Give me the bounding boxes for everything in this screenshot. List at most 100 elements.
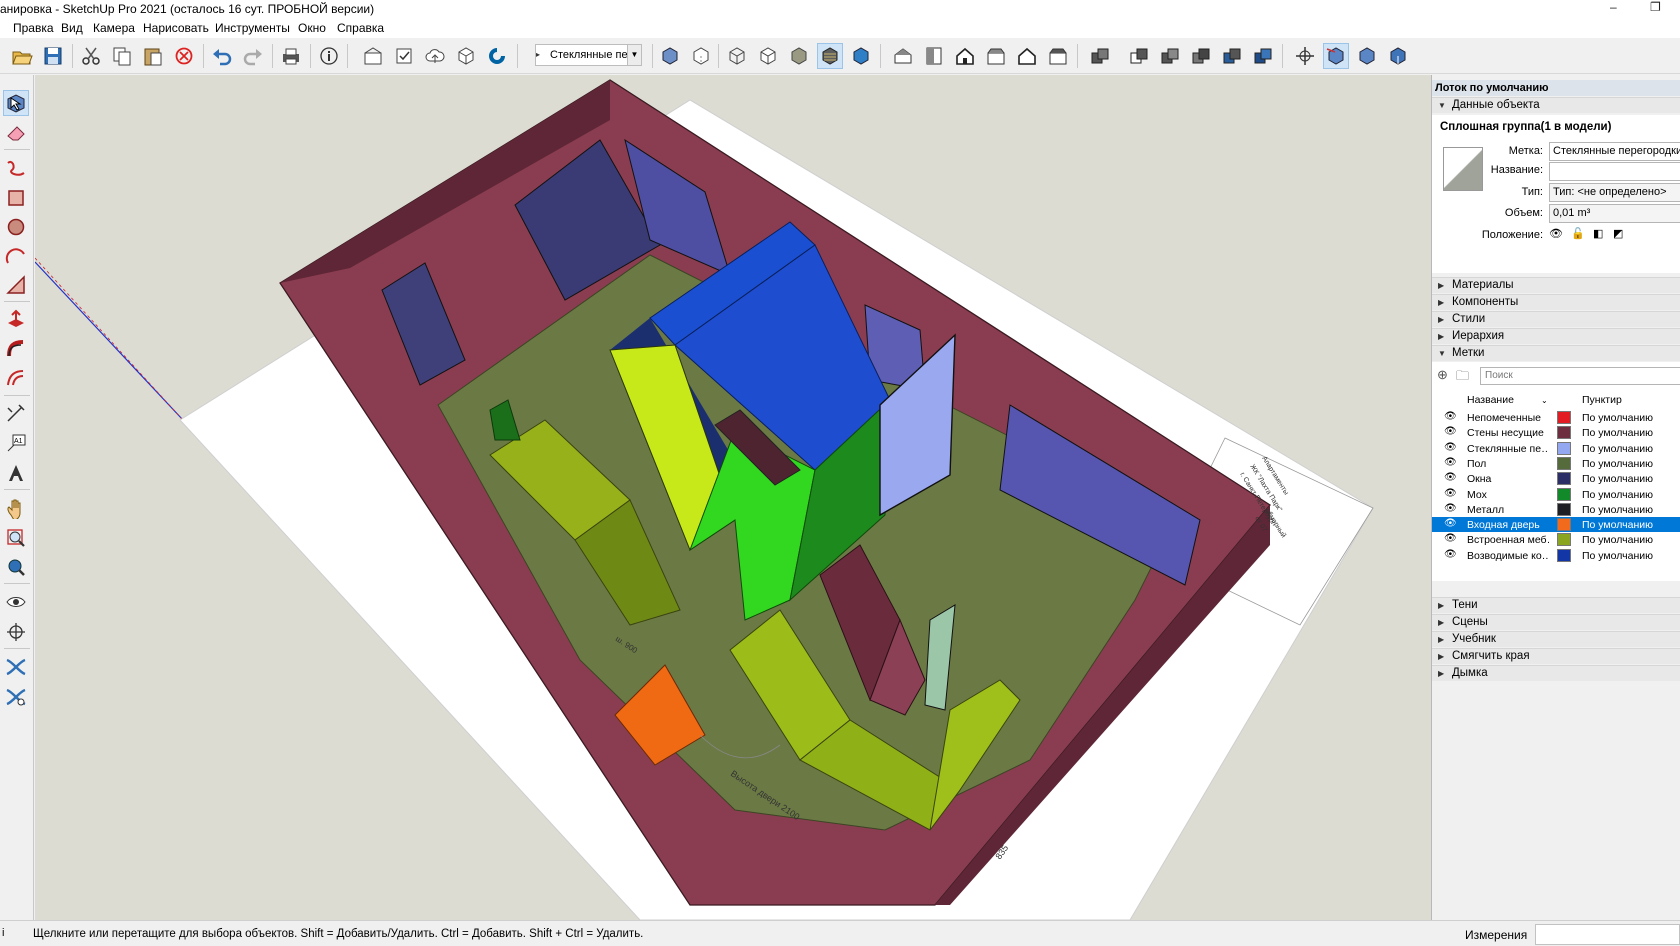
copy-icon[interactable]	[109, 43, 135, 69]
redo-icon[interactable]	[240, 43, 266, 69]
tape-measure-icon[interactable]	[3, 400, 29, 426]
follow-me-icon[interactable]	[3, 336, 29, 362]
section-components[interactable]: ▶ Компоненты	[1432, 294, 1680, 310]
select-icon[interactable]	[3, 90, 29, 116]
sandbox-icon[interactable]	[3, 654, 29, 680]
chevron-down-icon[interactable]: ▼	[627, 45, 641, 65]
eye-icon[interactable]: 👁	[1444, 457, 1457, 468]
menu-help[interactable]: Справка	[337, 21, 384, 35]
tag-row-selected[interactable]: 👁 Входная дверь По умолчанию	[1432, 517, 1680, 533]
receive-shadows-icon[interactable]: ◧	[1593, 227, 1603, 240]
sandbox-settings-icon[interactable]	[3, 684, 29, 710]
tag-field[interactable]: Стеклянные перегородки	[1549, 142, 1680, 161]
eye-icon[interactable]: 👁	[1444, 518, 1457, 529]
measurements-input[interactable]	[1535, 924, 1680, 945]
add-location-icon[interactable]	[391, 43, 417, 69]
tag-row[interactable]: 👁 Окна По умолчанию	[1432, 471, 1680, 486]
col-dash-header[interactable]: Пунктир	[1582, 392, 1622, 409]
section-tags[interactable]: ▼ Метки	[1432, 345, 1680, 361]
restore-button[interactable]: ❐	[1650, 0, 1661, 14]
menu-edit[interactable]: Правка	[13, 21, 54, 35]
model-canvas[interactable]: Высота двери 2100 ш. 900 835 Апартаменты…	[35, 75, 1431, 920]
name-field[interactable]	[1549, 162, 1680, 181]
tag-color-swatch[interactable]	[1557, 472, 1571, 486]
tag-color-swatch[interactable]	[1557, 456, 1571, 470]
paste-icon[interactable]	[140, 43, 166, 69]
active-tag-dropdown[interactable]: ▸ Стеклянные перегородки ▼	[535, 44, 642, 66]
undo-icon[interactable]	[209, 43, 235, 69]
menu-camera[interactable]: Камера	[93, 21, 135, 35]
section-shadows[interactable]: ▶ Тени	[1432, 597, 1680, 613]
tag-color-swatch[interactable]	[1557, 441, 1571, 455]
push-pull-icon[interactable]	[3, 306, 29, 332]
tag-row[interactable]: 👁 Металл По умолчанию	[1432, 502, 1680, 517]
tag-color-swatch[interactable]	[1557, 411, 1571, 424]
extension-warehouse-icon[interactable]	[453, 43, 479, 69]
top-view-icon[interactable]	[921, 43, 947, 69]
lock-icon[interactable]: 🔓	[1571, 227, 1585, 240]
tag-color-swatch[interactable]	[1557, 487, 1571, 501]
tag-row[interactable]: 👁 Встроенная меб… По умолчанию	[1432, 532, 1680, 547]
shaded-textures-icon[interactable]	[817, 43, 843, 69]
iso-view-icon[interactable]	[890, 43, 916, 69]
model-info-icon[interactable]	[316, 43, 342, 69]
tag-row[interactable]: 👁 Стены несущие По умолчанию	[1432, 425, 1680, 440]
union-icon[interactable]	[1087, 43, 1113, 69]
cloud-icon[interactable]	[422, 43, 448, 69]
cast-shadows-icon[interactable]: ◩	[1613, 227, 1623, 240]
col-name-header[interactable]: Название	[1467, 392, 1514, 409]
menu-view[interactable]: Вид	[61, 21, 83, 35]
tag-row[interactable]: 👁 Пол По умолчанию	[1432, 456, 1680, 471]
subtract-icon[interactable]	[1126, 43, 1152, 69]
circle-icon[interactable]	[3, 214, 29, 240]
section-hierarchy[interactable]: ▶ Иерархия	[1432, 328, 1680, 344]
tag-row[interactable]: 👁 Возводимые ко… По умолчанию	[1432, 548, 1680, 563]
cut-icon[interactable]	[78, 43, 104, 69]
section-plane-icon[interactable]	[1323, 43, 1349, 69]
front-view-icon[interactable]	[952, 43, 978, 69]
split-icon[interactable]	[1219, 43, 1245, 69]
freehand-icon[interactable]	[3, 155, 29, 181]
polygon-icon[interactable]	[3, 272, 29, 298]
outer-shell-icon[interactable]	[1250, 43, 1276, 69]
arc-icon[interactable]	[3, 243, 29, 269]
tag-color-swatch[interactable]	[1557, 548, 1571, 562]
save-icon[interactable]	[40, 43, 66, 69]
tag-color-swatch[interactable]	[1557, 518, 1571, 532]
left-view-icon[interactable]	[1045, 43, 1071, 69]
tag-row[interactable]: 👁 Стеклянные пе… По умолчанию	[1432, 441, 1680, 456]
axes-icon[interactable]	[1292, 43, 1318, 69]
section-scenes[interactable]: ▶ Сцены	[1432, 614, 1680, 630]
info-icon[interactable]: i	[2, 927, 4, 939]
eye-icon[interactable]: 👁	[1444, 472, 1457, 483]
intersect-icon[interactable]	[1157, 43, 1183, 69]
trimble-icon[interactable]	[484, 43, 510, 69]
model-viewport[interactable]: Высота двери 2100 ш. 900 835 Апартаменты…	[35, 75, 1431, 920]
shaded-icon[interactable]	[786, 43, 812, 69]
section-styles[interactable]: ▶ Стили	[1432, 311, 1680, 327]
tag-color-swatch[interactable]	[1557, 533, 1571, 547]
erase-icon[interactable]	[171, 43, 197, 69]
section-instructor[interactable]: ▶ Учебник	[1432, 631, 1680, 647]
eye-icon[interactable]: 👁	[1444, 533, 1457, 544]
section-fill-icon[interactable]	[1385, 43, 1411, 69]
tag-search-input[interactable]: Поиск	[1480, 367, 1680, 385]
look-around-icon[interactable]	[3, 589, 29, 615]
eye-icon[interactable]: 👁	[1444, 488, 1457, 499]
tag-row[interactable]: 👁 Непомеченные По умолчанию	[1432, 410, 1680, 425]
eye-icon[interactable]: 👁	[1444, 411, 1457, 422]
entity-info-header[interactable]: ▼ Данные объекта	[1432, 97, 1680, 113]
visibility-eye-icon[interactable]: 👁	[1549, 227, 1563, 240]
eye-icon[interactable]: 👁	[1444, 503, 1457, 514]
pan-icon[interactable]	[3, 495, 29, 521]
hidden-line-icon[interactable]	[755, 43, 781, 69]
3d-text-icon[interactable]	[3, 460, 29, 486]
back-edges-icon[interactable]	[688, 43, 714, 69]
section-materials[interactable]: ▶ Материалы	[1432, 277, 1680, 293]
eye-icon[interactable]: 👁	[1444, 426, 1457, 437]
print-icon[interactable]	[278, 43, 304, 69]
xray-icon[interactable]	[657, 43, 683, 69]
open-icon[interactable]	[9, 43, 35, 69]
type-field[interactable]: Тип: <не определено>	[1549, 183, 1680, 202]
menu-draw[interactable]: Нарисовать	[143, 21, 209, 35]
